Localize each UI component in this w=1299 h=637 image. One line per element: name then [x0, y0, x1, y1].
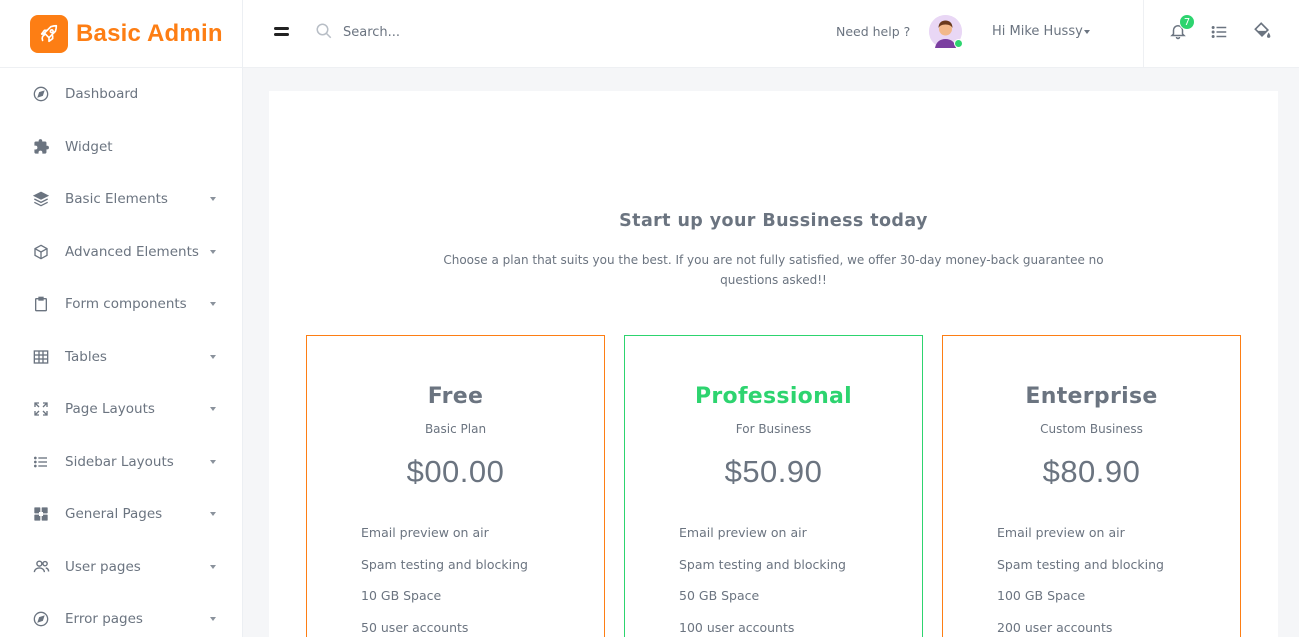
table-icon [32, 348, 50, 366]
list-item: Spam testing and blocking [679, 556, 846, 572]
sidebar-item-general-pages[interactable]: General Pages [0, 488, 242, 541]
plan-price: $50.90 [724, 454, 823, 489]
paint-bucket-icon[interactable] [1252, 20, 1272, 44]
list-item: Email preview on air [361, 525, 489, 540]
sidebar-item-sidebar-layouts[interactable]: Sidebar Layouts [0, 436, 242, 489]
chevron-down-icon [210, 512, 216, 516]
divider [1143, 0, 1144, 68]
sidebar-item-label: Dashboard [65, 86, 139, 103]
user-menu[interactable]: Hi Mike Hussy [992, 24, 1083, 39]
brand-name: Basic Admin [76, 19, 223, 47]
sidebar-item-label: Page Layouts [65, 401, 155, 418]
compass-icon [32, 85, 50, 103]
list-item: 50 GB Space [679, 588, 760, 603]
expand-icon [32, 400, 50, 418]
list-icon[interactable] [1210, 23, 1229, 45]
sidebar-item-page-layouts[interactable]: Page Layouts [0, 383, 242, 436]
plan-features: Email preview on air Spam testing and bl… [997, 525, 1164, 637]
list-item: 100 GB Space [997, 588, 1086, 603]
layers-icon [32, 190, 50, 208]
clipboard-icon [32, 295, 50, 313]
online-status-indicator [954, 39, 963, 48]
chevron-down-icon [210, 302, 216, 306]
search-input[interactable] [343, 20, 643, 44]
plan-price: $80.90 [1042, 454, 1141, 489]
plan-subtitle: Custom Business [1040, 422, 1143, 436]
list-item: 200 user accounts [997, 619, 1113, 635]
list-item: 50 user accounts [361, 619, 469, 635]
chevron-down-icon[interactable] [1084, 30, 1090, 34]
sidebar-item-label: Tables [65, 348, 107, 365]
plan-enterprise: Enterprise Custom Business $80.90 Email … [942, 335, 1241, 637]
sidebar-item-advanced-elements[interactable]: Advanced Elements [0, 226, 242, 279]
list-item: Spam testing and blocking [361, 556, 528, 572]
sidebar-item-label: General Pages [65, 506, 163, 523]
sidebar-item-basic-elements[interactable]: Basic Elements [0, 173, 242, 226]
chevron-down-icon [210, 564, 216, 569]
sidebar-item-error-pages[interactable]: Error pages [0, 593, 242, 637]
plan-name: Professional [694, 384, 853, 409]
chevron-down-icon [210, 354, 216, 359]
pricing-card: Start up your Bussiness today Choose a p… [269, 91, 1278, 637]
sidebar-item-label: Widget [65, 138, 113, 155]
chevron-down-icon [210, 617, 216, 621]
users-icon [32, 558, 50, 576]
chevron-down-icon [210, 459, 216, 464]
page-subtitle: Choose a plan that suits you the best. I… [443, 253, 1104, 287]
plan-professional: Professional For Business $50.90 Email p… [624, 335, 923, 637]
sidebar-item-user-pages[interactable]: User pages [0, 541, 242, 594]
menu-toggle-icon[interactable] [274, 27, 290, 37]
sidebar-item-form-components[interactable]: Form components [0, 278, 242, 331]
sidebar-item-widget[interactable]: Widget [0, 121, 242, 174]
sidebar-item-label: Form components [65, 296, 187, 313]
list-item: 10 GB Space [361, 588, 442, 603]
compass-icon [32, 610, 50, 628]
sidebar-item-label: Error pages [65, 611, 143, 628]
plan-free: Free Basic Plan $00.00 Email preview on … [306, 335, 605, 637]
top-header: Need help ? Hi Mike Hussy 7 [243, 0, 1299, 68]
list-item: Spam testing and blocking [997, 556, 1164, 572]
sidebar-item-label: Sidebar Layouts [65, 453, 174, 470]
box-icon [32, 243, 50, 261]
puzzle-icon [32, 138, 50, 156]
search-icon[interactable] [315, 22, 333, 44]
sidebar-item-tables[interactable]: Tables [0, 331, 242, 384]
need-help-link[interactable]: Need help ? [836, 24, 910, 39]
grid-icon [32, 505, 50, 523]
rocket-icon [30, 14, 68, 53]
plan-name: Free [427, 384, 484, 409]
plan-features: Email preview on air Spam testing and bl… [679, 525, 846, 637]
list-item: 100 user accounts [679, 619, 795, 635]
sidebar-item-label: User pages [65, 558, 141, 575]
list-item: Email preview on air [997, 525, 1125, 540]
brand[interactable]: Basic Admin [0, 0, 242, 68]
chevron-down-icon [210, 197, 216, 201]
sidebar-item-label: Advanced Elements [65, 243, 199, 260]
list-icon [32, 453, 50, 471]
sidebar-menu: Dashboard Widget Basic Elements Advanced… [0, 68, 242, 637]
sidebar-item-label: Basic Elements [65, 191, 168, 208]
plan-subtitle: Basic Plan [424, 422, 487, 436]
chevron-down-icon [210, 407, 216, 411]
plan-features: Email preview on air Spam testing and bl… [361, 525, 528, 637]
page-title: Start up your Bussiness today [619, 211, 928, 231]
sidebar: Basic Admin Dashboard Widget Basic Eleme… [0, 0, 243, 637]
sidebar-item-dashboard[interactable]: Dashboard [0, 68, 242, 121]
plan-subtitle: For Business [735, 422, 812, 436]
list-item: Email preview on air [679, 525, 807, 540]
plan-name: Enterprise [1025, 384, 1158, 409]
plan-price: $00.00 [406, 454, 505, 489]
chevron-down-icon [210, 249, 216, 254]
avatar[interactable] [929, 15, 963, 48]
notification-badge: 7 [1179, 14, 1195, 30]
